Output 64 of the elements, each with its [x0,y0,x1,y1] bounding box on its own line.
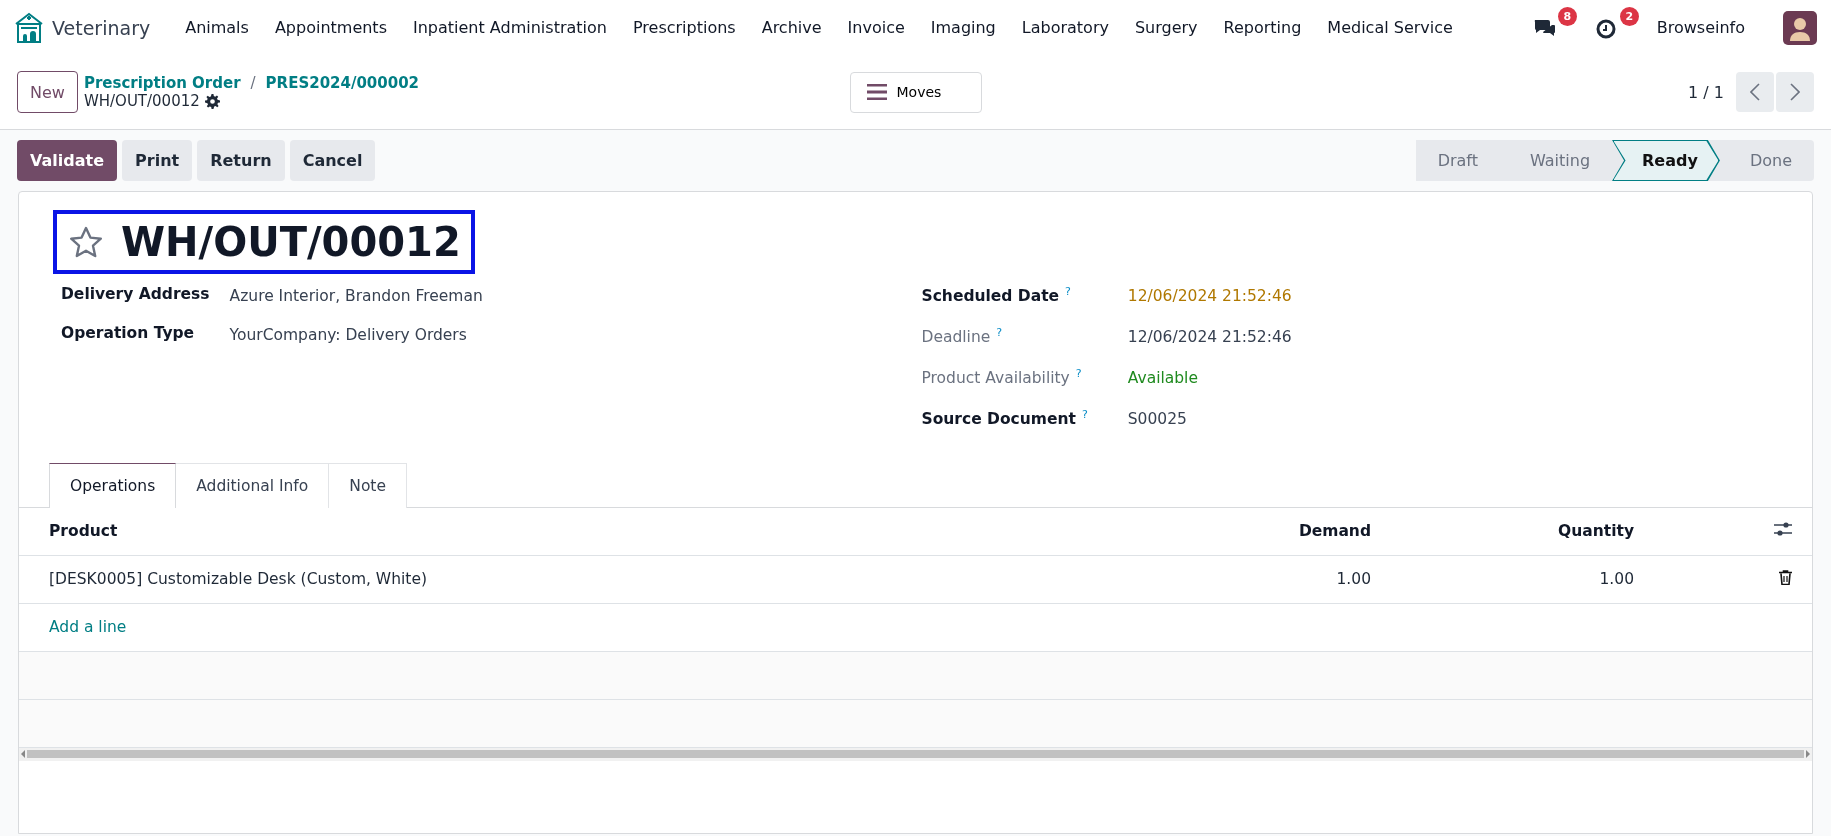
column-header[interactable]: Demand [1171,507,1379,556]
breadcrumb-link[interactable]: PRES2024/000002 [265,74,420,92]
field-value[interactable]: 12/06/2024 21:52:46 [1127,319,1782,361]
field-value[interactable]: S00025 [1127,401,1782,443]
settings-icon[interactable] [204,93,220,109]
field-value[interactable]: 12/06/2024 21:52:46 [1127,278,1782,320]
column-header[interactable]: Quantity [1379,507,1642,556]
menu-item[interactable]: Animals [172,18,262,37]
menu-item[interactable]: Laboratory [1008,18,1122,37]
clinic-logo-icon[interactable] [14,11,44,44]
status-step[interactable]: Ready [1612,140,1720,181]
chevron-left-icon[interactable] [1750,83,1760,101]
help-tooltip-mark[interactable]: ? [1065,285,1071,298]
action-button[interactable]: Cancel [289,140,376,181]
notebook-tab[interactable]: Operations [49,462,177,508]
menu-item[interactable]: Appointments [261,18,400,37]
add-line-link[interactable]: Add a line [49,618,127,637]
field-label: Deadline [921,328,991,347]
chevron-right-icon[interactable] [1790,83,1800,101]
help-tooltip-mark[interactable]: ? [996,326,1003,340]
breadcrumb-separator: / [250,74,256,92]
menu-item[interactable]: Archive [748,18,835,37]
action-button[interactable]: Validate [17,140,118,181]
column-settings-icon[interactable] [1774,521,1792,538]
menu-item[interactable]: Prescriptions [619,18,749,37]
activity-count-badge: 2 [1619,6,1639,26]
field-value[interactable]: YourCompany: Delivery Orders [229,317,916,356]
menu-item[interactable]: Imaging [917,18,1009,37]
field-label: Delivery Address [61,284,210,305]
pager-value: 1 / 1 [1688,82,1724,102]
app-name[interactable]: Veterinary [52,16,151,39]
status-step[interactable]: Done [1719,140,1814,181]
notebook-tab[interactable]: Note [328,462,407,508]
table-cell[interactable]: [DESK0005] Customizable Desk (Custom, White) [19,555,1171,604]
field-value[interactable]: Available [1127,360,1782,402]
action-button[interactable]: Return [197,140,285,181]
menu-item[interactable]: Surgery [1121,18,1211,37]
record-title: WH/OUT/00012 [121,220,461,264]
menu-item[interactable]: Reporting [1210,18,1315,37]
favorite-star-icon[interactable] [69,226,103,258]
user-name[interactable]: Browseinfo [1656,18,1745,37]
trash-icon[interactable] [1779,569,1792,585]
menu-item[interactable]: Medical Service [1314,18,1466,37]
menu-item[interactable]: Inpatient Administration [400,18,620,37]
column-header[interactable]: Product [19,507,1171,556]
new-button[interactable]: New [17,71,78,113]
menu-item[interactable]: Invoice [834,18,918,37]
moves-button[interactable]: Moves [849,71,982,113]
user-avatar[interactable] [1783,10,1817,45]
help-tooltip-mark[interactable]: ? [1081,408,1088,422]
table-cell[interactable]: 1.00 [1171,555,1379,604]
list-icon[interactable] [866,84,887,100]
field-label: Source Document [921,410,1076,429]
field-value[interactable]: Azure Interior, Brandon Freeman [229,278,916,317]
notebook-tab[interactable]: Additional Info [175,462,330,508]
field-label: Scheduled Date [921,287,1060,306]
breadcrumb-link[interactable]: Prescription Order [83,74,241,92]
help-tooltip-mark[interactable]: ? [1075,367,1082,381]
action-button[interactable]: Print [122,140,193,181]
field-label: Operation Type [61,323,196,344]
record-name: WH/OUT/00012 [83,92,200,110]
table-cell[interactable]: 1.00 [1379,555,1642,604]
message-count-badge: 8 [1557,6,1577,26]
field-label: Product Availability [921,369,1070,388]
